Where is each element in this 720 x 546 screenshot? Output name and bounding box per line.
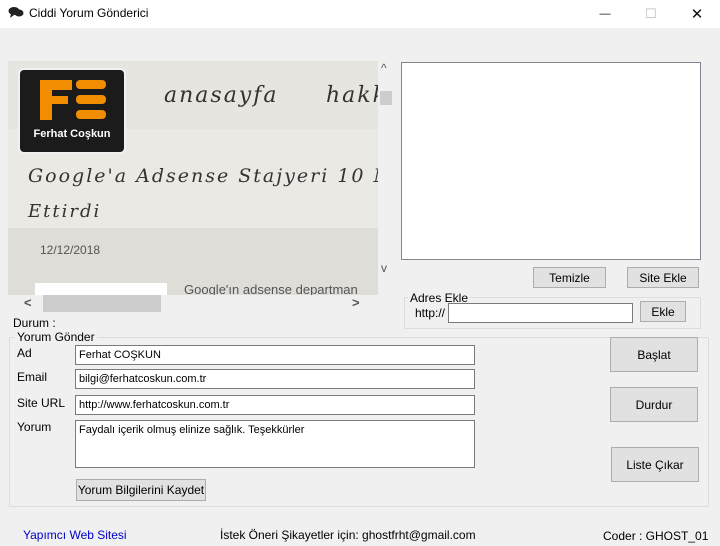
email-label: Email: [17, 370, 48, 384]
email-input[interactable]: bilgi@ferhatcoskun.com.tr: [75, 369, 475, 389]
durum-label: Durum :: [13, 316, 56, 330]
scroll-left-icon[interactable]: <: [24, 295, 32, 310]
site-logo[interactable]: Ferhat Coşkun: [18, 68, 126, 154]
yorum-bilgilerini-kaydet-button[interactable]: Yorum Bilgilerini Kaydet: [76, 479, 206, 501]
temizle-button[interactable]: Temizle: [533, 267, 606, 288]
title-bar: Ciddi Yorum Gönderici — ☐ ✕: [0, 0, 720, 28]
minimize-icon: —: [599, 8, 611, 20]
logo-text: Ferhat Coşkun: [33, 128, 111, 140]
chat-bubbles-icon: [8, 7, 24, 18]
site-listbox[interactable]: [401, 62, 701, 260]
maximize-icon: ☐: [645, 6, 657, 21]
http-prefix-label: http://: [415, 306, 446, 320]
web-browser-view[interactable]: Ferhat Coşkun anasayfa hakk Google'a Ads…: [8, 61, 394, 298]
post-date: 12/12/2018: [40, 243, 101, 257]
site-url-input[interactable]: http://www.ferhatcoskun.com.tr: [75, 395, 475, 415]
durdur-button[interactable]: Durdur: [610, 387, 698, 422]
close-icon: ✕: [690, 6, 704, 23]
scroll-right-icon[interactable]: >: [352, 295, 360, 310]
logo-fe-icon: [40, 80, 106, 120]
ekle-button[interactable]: Ekle: [640, 301, 686, 322]
scroll-up-icon[interactable]: ^: [381, 61, 387, 75]
post-headline[interactable]: Google'a Adsense Stajyeri 10 Mily: [28, 165, 394, 187]
scroll-down-icon[interactable]: v: [381, 261, 387, 275]
yapimci-web-sitesi-link[interactable]: Yapımcı Web Sitesi: [23, 528, 127, 542]
minimize-button[interactable]: —: [582, 0, 628, 28]
maximize-button[interactable]: ☐: [628, 0, 674, 28]
status-bar: Yapımcı Web Sitesi İstek Öneri Şikayetle…: [0, 518, 720, 546]
coder-text: Coder : GHOST_01: [603, 529, 709, 543]
post-headline-cont[interactable]: Ettirdi: [28, 201, 101, 222]
vertical-scroll-thumb[interactable]: [380, 91, 392, 105]
liste-cikar-button[interactable]: Liste Çıkar: [611, 447, 699, 482]
site-ekle-button[interactable]: Site Ekle: [627, 267, 699, 288]
window-title: Ciddi Yorum Gönderici: [29, 6, 149, 20]
horizontal-scroll-thumb[interactable]: [43, 295, 161, 312]
ad-input[interactable]: Ferhat COŞKUN: [75, 345, 475, 365]
contact-text: İstek Öneri Şikayetler için: ghostfrht@g…: [220, 528, 476, 542]
ad-label: Ad: [17, 346, 32, 360]
site-url-label: Site URL: [17, 396, 66, 410]
webview-horizontal-scrollbar[interactable]: < >: [8, 295, 378, 312]
yorum-textarea[interactable]: Faydalı içerik olmuş elinize sağlık. Teş…: [75, 420, 475, 468]
adres-input[interactable]: [448, 303, 633, 323]
nav-link-anasayfa[interactable]: anasayfa: [164, 83, 279, 108]
yorum-label: Yorum: [17, 420, 52, 434]
yorum-gonder-group-label: Yorum Gönder: [15, 330, 97, 344]
close-button[interactable]: ✕: [674, 0, 720, 28]
baslat-button[interactable]: Başlat: [610, 337, 698, 372]
